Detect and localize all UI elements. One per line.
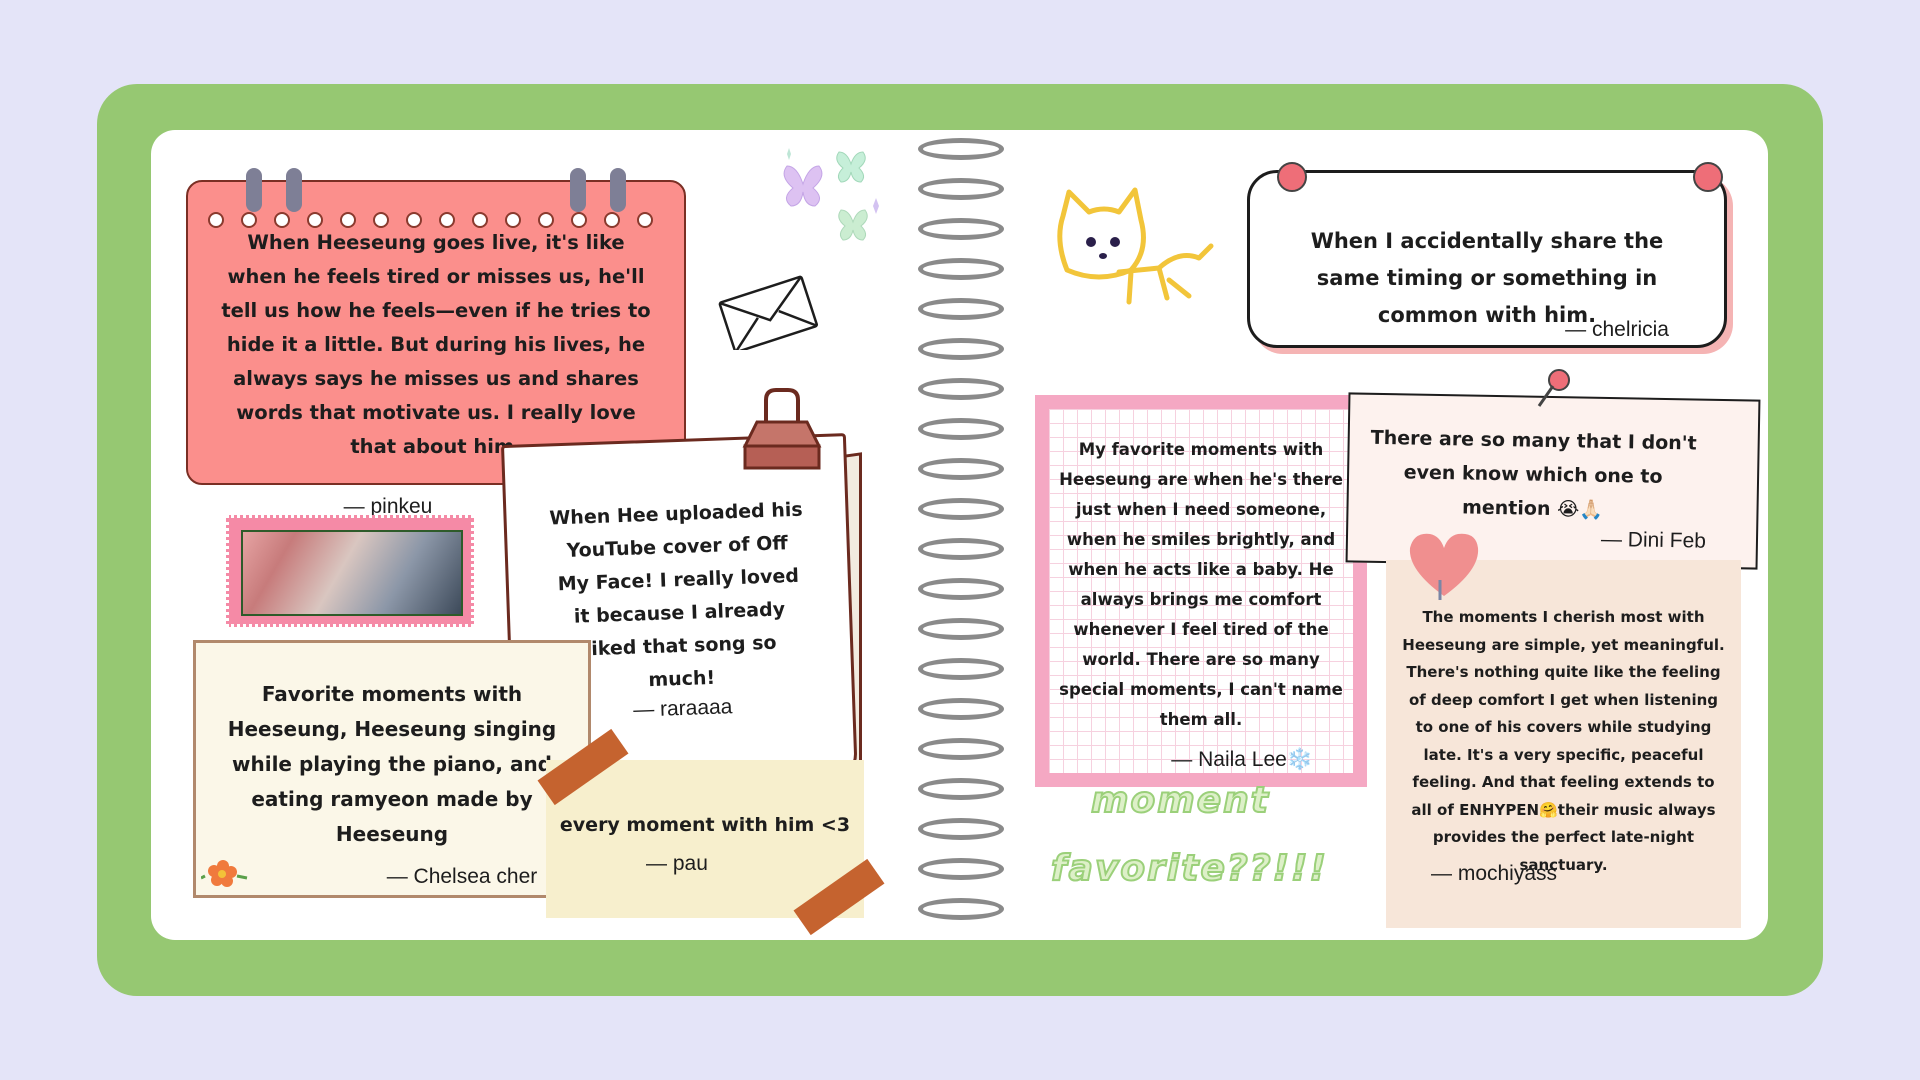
note-author: — Chelsea cher [386, 865, 538, 888]
binder-ring-icon [570, 168, 586, 212]
note-naila: My favorite moments with Heeseung are wh… [1035, 395, 1367, 787]
binder-clip-icon [742, 388, 822, 470]
note-text: There are so many that I don't even know… [1370, 426, 1697, 521]
note-text: When Heeseung goes live, it's like when … [221, 231, 651, 458]
note-author: — pau [646, 852, 708, 875]
cat-doodle-icon [1057, 187, 1214, 305]
butterfly-icon [783, 148, 879, 241]
note-text: every moment with him <3 [559, 814, 851, 836]
wordart-moment: moment [1090, 779, 1271, 822]
binder-ring-icon [610, 168, 626, 212]
pushpin-icon [1537, 369, 1570, 407]
note-author: — mochiyass [1431, 862, 1558, 885]
notebook-page: When Heeseung goes live, it's like when … [151, 130, 1768, 940]
note-text: The moments I cherish most with Heeseung… [1402, 608, 1725, 874]
note-author: — chelricia [1565, 318, 1669, 341]
note-text: My favorite moments with Heeseung are wh… [1059, 440, 1343, 729]
photo-stamp [226, 515, 474, 627]
binder-ring-icon [286, 168, 302, 212]
note-chelsea: Favorite moments with Heeseung, Heeseung… [193, 640, 591, 898]
note-mochiyass: The moments I cherish most with Heeseung… [1386, 560, 1741, 928]
binder-ring-icon [246, 168, 262, 212]
wordart-favorite: favorite??!!! [1050, 847, 1328, 890]
pushpin-icon [1277, 162, 1307, 192]
heart-paperclip-icon [1409, 533, 1479, 600]
spiral-binding [912, 138, 1012, 938]
note-chelricia: When I accidentally share the same timin… [1247, 170, 1727, 348]
pushpin-icon [1693, 162, 1723, 192]
note-text: Favorite moments with Heeseung, Heeseung… [227, 682, 557, 846]
envelope-icon [718, 275, 818, 350]
heeseung-photo [241, 530, 463, 616]
flower-icon [201, 860, 248, 887]
note-author: — Naila Lee❄️ [1171, 748, 1313, 771]
note-holes [208, 212, 664, 228]
note-author: — Dini Feb [1600, 527, 1707, 553]
note-pinkeu: When Heeseung goes live, it's like when … [186, 168, 686, 518]
